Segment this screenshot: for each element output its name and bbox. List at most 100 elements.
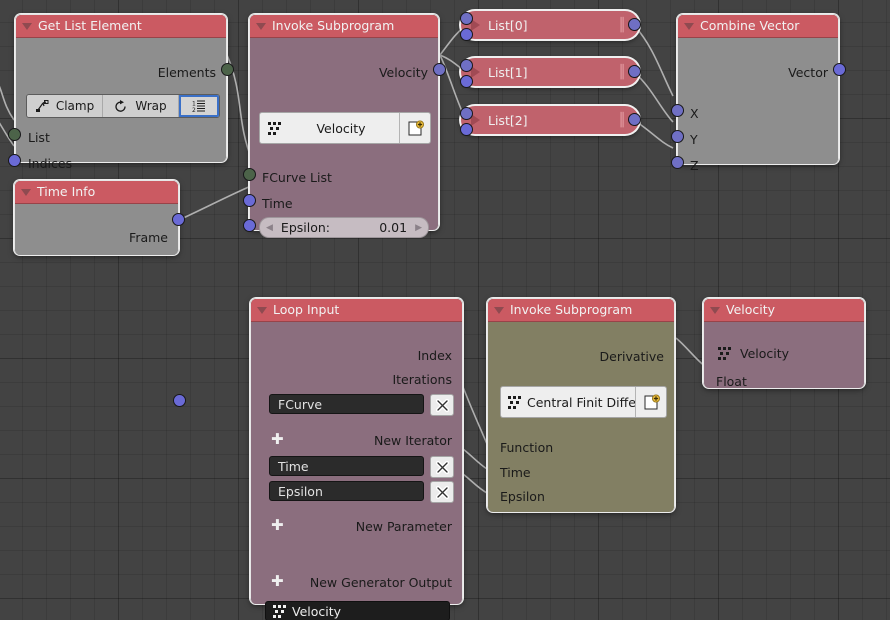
pause-icon[interactable]: ║ <box>618 113 627 128</box>
node-title: Loop Input <box>273 302 340 317</box>
socket-in-indices[interactable] <box>8 154 21 167</box>
remove-x-icon <box>435 398 449 412</box>
input-label-time: Time <box>500 465 531 480</box>
node-body: Velocity Velocity FCurve List Time ◀ Eps… <box>250 38 438 238</box>
socket-out-frame-dot[interactable] <box>172 213 185 226</box>
socket-in-y[interactable] <box>671 130 684 143</box>
remove-parameter-epsilon-button[interactable] <box>430 481 454 503</box>
node-group-icon <box>273 604 288 618</box>
socket-list2-in-a[interactable] <box>460 107 473 120</box>
input-label-fcurve-list: FCurve List <box>262 170 332 185</box>
output-label-derivative: Derivative <box>599 349 664 364</box>
decrement-arrow-icon[interactable]: ◀ <box>264 223 275 233</box>
node-header[interactable]: Loop Input <box>251 299 462 322</box>
plus-icon-new-iterator[interactable]: ✚ <box>271 432 284 447</box>
socket-out-vector[interactable] <box>833 63 846 76</box>
collapse-triangle-icon[interactable] <box>494 306 504 314</box>
node-list-0[interactable]: List[0] ║ <box>460 10 640 40</box>
node-body: Vector X Y Z <box>678 38 838 173</box>
new-subprogram-button[interactable] <box>399 113 430 143</box>
new-file-icon <box>408 120 424 135</box>
svg-text:2: 2 <box>192 107 196 113</box>
collapse-triangle-icon[interactable] <box>22 22 32 30</box>
node-header[interactable]: Combine Vector <box>678 15 838 38</box>
node-invoke-subprogram-bottom[interactable]: Invoke Subprogram Derivative Central Fin… <box>487 298 675 512</box>
subprogram-name: Velocity <box>316 120 366 136</box>
link-list1-to-y <box>633 71 674 123</box>
index-mode-toggle-group[interactable]: Clamp Wrap 1 2 <box>26 94 220 118</box>
socket-out-velocity[interactable] <box>433 63 446 76</box>
link-offscreen-list <box>0 85 15 121</box>
new-iterator-label[interactable]: New Iterator <box>374 433 452 448</box>
socket-list0-in-b[interactable] <box>460 28 473 41</box>
socket-in-fcurve-list[interactable] <box>243 168 256 181</box>
node-body: Frame <box>15 204 178 255</box>
node-time-info[interactable]: Time Info Frame <box>14 180 186 407</box>
socket-list2-in-b[interactable] <box>460 123 473 136</box>
socket-out-elements[interactable] <box>221 63 234 76</box>
node-body: Velocity Float <box>704 322 864 389</box>
toggle-wrap[interactable]: Wrap <box>103 95 179 117</box>
node-header[interactable]: Velocity <box>704 299 864 322</box>
collapse-triangle-icon[interactable] <box>710 306 720 314</box>
clamp-icon <box>35 99 49 112</box>
subprogram-selector-button[interactable]: Velocity <box>259 112 431 144</box>
node-header[interactable]: Get List Element <box>16 15 226 38</box>
collapse-triangle-icon[interactable] <box>257 306 267 314</box>
node-title: Time Info <box>37 184 96 199</box>
socket-list0-in-a[interactable] <box>460 12 473 25</box>
node-list-2[interactable]: List[2] ║ <box>460 105 640 135</box>
remove-iterator-fcurve-button[interactable] <box>430 394 454 416</box>
socket-in-epsilon[interactable] <box>243 219 256 232</box>
socket-in-z[interactable] <box>671 156 684 169</box>
node-title: Get List Element <box>38 18 142 33</box>
node-title: Velocity <box>726 302 776 317</box>
socket-in-list[interactable] <box>8 128 21 141</box>
node-header[interactable]: Invoke Subprogram <box>250 15 438 38</box>
toggle-index-list[interactable]: 1 2 <box>179 95 219 117</box>
node-velocity-group[interactable]: Velocity Velocity Float <box>703 298 865 389</box>
node-get-list-element[interactable]: Get List Element Elements Clamp Wrap 1 2… <box>8 14 234 171</box>
node-loop-input[interactable]: Loop Input Index Iterations FCurve ✚ New… <box>250 298 463 620</box>
parameter-field-epsilon[interactable]: Epsilon <box>269 481 424 501</box>
link-epsilon-to-epsilon <box>462 473 488 494</box>
node-invoke-subprogram-top[interactable]: Invoke Subprogram Velocity Velocity FCur… <box>243 14 446 238</box>
plus-icon-new-parameter[interactable]: ✚ <box>271 518 284 533</box>
new-parameter-label[interactable]: New Parameter <box>356 519 452 534</box>
socket-in-x[interactable] <box>671 104 684 117</box>
toggle-clamp[interactable]: Clamp <box>27 95 103 117</box>
collapse-triangle-icon[interactable] <box>684 22 694 30</box>
socket-out-frame[interactable] <box>173 394 186 407</box>
toggle-clamp-label: Clamp <box>55 99 95 113</box>
index-list-icon: 1 2 <box>192 101 205 113</box>
collapse-triangle-icon[interactable] <box>21 188 31 196</box>
link-list2-to-z <box>633 119 674 149</box>
node-header[interactable]: Time Info <box>15 181 178 204</box>
increment-arrow-icon[interactable]: ▶ <box>413 223 424 233</box>
input-label-x: X <box>690 106 699 121</box>
new-generator-output-label[interactable]: New Generator Output <box>310 575 452 590</box>
generator-output-velocity[interactable]: Velocity <box>265 601 450 620</box>
socket-list2-out[interactable] <box>628 113 641 126</box>
node-combine-vector[interactable]: Combine Vector Vector X Y Z <box>671 14 846 173</box>
node-list-1[interactable]: List[1] ║ <box>460 57 640 87</box>
node-title: List[2] <box>488 112 528 128</box>
socket-list1-in-b[interactable] <box>460 75 473 88</box>
iterator-field-fcurve[interactable]: FCurve <box>269 394 424 414</box>
new-subprogram-button[interactable] <box>635 387 666 417</box>
pause-icon[interactable]: ║ <box>618 18 627 33</box>
node-header[interactable]: Invoke Subprogram <box>488 299 674 322</box>
parameter-field-time[interactable]: Time <box>269 456 424 476</box>
collapse-triangle-icon[interactable] <box>256 22 266 30</box>
socket-in-time[interactable] <box>243 194 256 207</box>
pause-icon[interactable]: ║ <box>618 65 627 80</box>
node-title: List[1] <box>488 64 528 80</box>
socket-list1-out[interactable] <box>628 65 641 78</box>
node-editor-canvas[interactable]: Get List Element Elements Clamp Wrap 1 2… <box>0 0 890 620</box>
socket-list0-out[interactable] <box>628 18 641 31</box>
epsilon-number-field[interactable]: ◀ Epsilon: 0.01 ▶ <box>259 217 429 238</box>
subprogram-selector-button[interactable]: Central Finit Differe... <box>500 386 667 418</box>
plus-icon-new-generator-output[interactable]: ✚ <box>271 574 284 589</box>
remove-parameter-time-button[interactable] <box>430 456 454 478</box>
socket-list1-in-a[interactable] <box>460 59 473 72</box>
